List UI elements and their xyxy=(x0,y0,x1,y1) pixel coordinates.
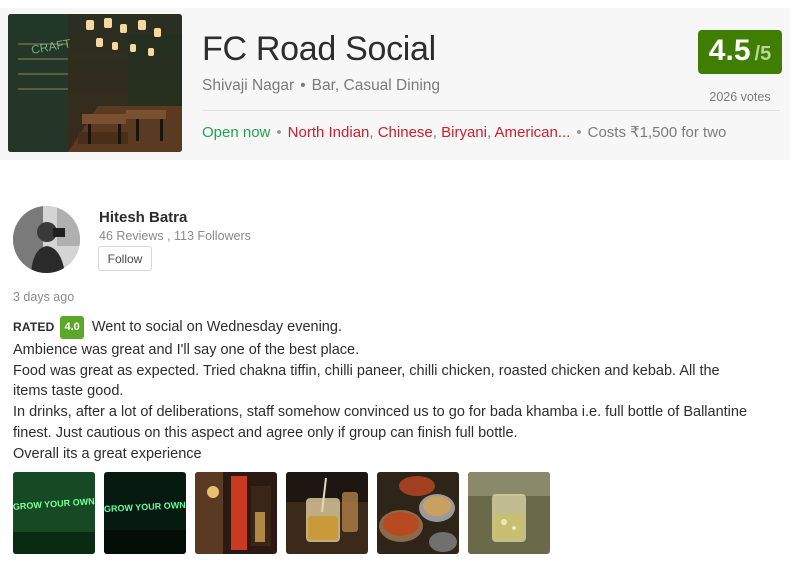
review-line: In drinks, after a lot of deliberations,… xyxy=(13,404,748,421)
review-photo-neon-sign[interactable]: GROW YOUR OWN xyxy=(13,472,95,554)
review-photos: GROW YOUR OWN GROW YOUR OWN xyxy=(13,472,550,554)
votes-count: 2026 votes xyxy=(709,90,771,104)
rating-value: 4.5 xyxy=(708,34,751,67)
cuisine-link[interactable]: Biryani xyxy=(441,124,487,141)
restaurant-header-card: CRAFT FC Road Social Shivaji Nagar • Bar, … xyxy=(0,8,790,160)
header-divider xyxy=(202,110,780,111)
reviewer-avatar[interactable] xyxy=(13,206,80,273)
review-line: Overall its a great experience xyxy=(13,445,202,462)
review-line: Ambience was great and I'll say one of t… xyxy=(13,341,360,358)
restaurant-cover-photo[interactable]: CRAFT xyxy=(8,14,182,152)
cuisine-link[interactable]: Chinese xyxy=(378,124,433,141)
separator-dot: • xyxy=(300,77,306,94)
reviewer-stats: 46 Reviews , 113 Followers xyxy=(99,229,251,243)
rating-scale: /5 xyxy=(754,43,772,65)
cuisine-separator: , xyxy=(432,124,442,141)
review-photo-bar[interactable] xyxy=(195,472,277,554)
rated-label: RATED xyxy=(13,320,55,334)
cuisine-separator: , xyxy=(369,124,378,141)
restaurant-rating-badge: 4.5/5 xyxy=(698,30,782,74)
separator-dot: • xyxy=(276,124,282,141)
open-status: Open now xyxy=(202,124,271,141)
review-photo-drink-glass[interactable] xyxy=(468,472,550,554)
review-text: RATED 4.0 Went to social on Wednesday ev… xyxy=(13,316,788,465)
review-line: finest. Just cautious on this aspect and… xyxy=(13,424,518,441)
review-first-line: RATED 4.0 Went to social on Wednesday ev… xyxy=(13,316,788,340)
review-line: Went to social on Wednesday evening. xyxy=(91,319,342,335)
review-line: items taste good. xyxy=(13,383,124,400)
separator-dot: • xyxy=(576,124,582,141)
restaurant-location[interactable]: Shivaji Nagar xyxy=(202,77,294,94)
restaurant-type: Bar, Casual Dining xyxy=(311,77,440,94)
cost-for-two: Costs ₹1,500 for two xyxy=(587,124,727,141)
follow-button[interactable]: Follow xyxy=(98,246,152,271)
reviewer-name[interactable]: Hitesh Batra xyxy=(99,209,187,226)
restaurant-meta: Shivaji Nagar • Bar, Casual Dining xyxy=(202,77,440,95)
review-photo-drinks[interactable] xyxy=(286,472,368,554)
review-timestamp[interactable]: 3 days ago xyxy=(13,290,74,304)
restaurant-info-row: Open now • North Indian, Chinese, Biryani,… xyxy=(202,123,726,141)
cuisine-link[interactable]: North Indian xyxy=(288,124,370,141)
review-line: Food was great as expected. Tried chakna… xyxy=(13,362,720,379)
review-photo-food[interactable] xyxy=(377,472,459,554)
cuisine-link[interactable]: American... xyxy=(494,124,570,141)
review-photo-neon-sign[interactable]: GROW YOUR OWN xyxy=(104,472,186,554)
review-rating-badge: 4.0 xyxy=(60,316,84,339)
restaurant-name[interactable]: FC Road Social xyxy=(202,30,436,69)
